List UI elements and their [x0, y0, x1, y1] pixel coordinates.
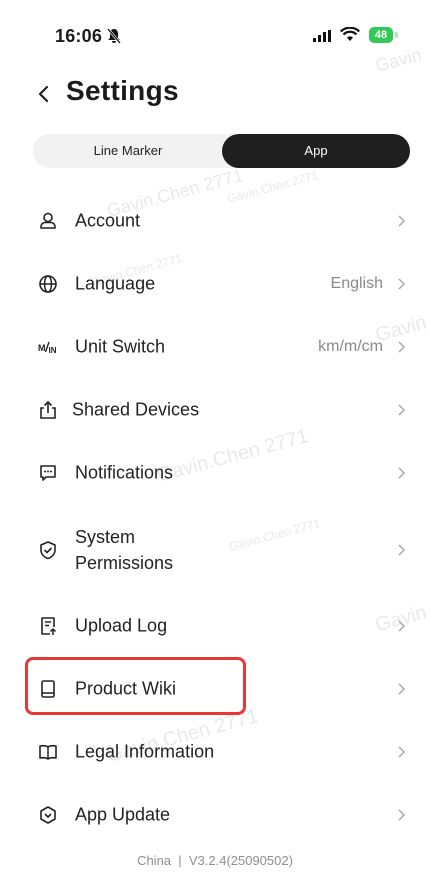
back-chevron-icon[interactable]: [30, 80, 58, 108]
menu-item-unit-switch[interactable]: M IN Unit Switch km/m/cm: [0, 317, 430, 377]
update-icon: [40, 806, 56, 824]
chevron-right-icon: [398, 683, 406, 695]
battery-indicator: 48: [369, 27, 393, 43]
menu-label: Shared Devices: [72, 399, 200, 420]
menu-item-app-update[interactable]: App Update: [0, 785, 430, 845]
share-icon: [40, 400, 56, 419]
shield-check-icon: [40, 541, 56, 560]
unit-icon: M IN: [38, 341, 57, 355]
tab-app[interactable]: App: [222, 134, 410, 168]
menu-item-system-permissions[interactable]: System Permissions: [0, 516, 430, 584]
signal-icon: [313, 30, 331, 42]
page-title: Settings: [66, 75, 179, 106]
status-time: 16:06: [55, 26, 103, 46]
chevron-right-icon: [398, 278, 406, 290]
menu-label: System Permissions: [75, 524, 205, 576]
chevron-right-icon: [398, 467, 406, 479]
status-bar: 16:06 48: [0, 0, 430, 70]
user-icon: [40, 212, 56, 229]
message-icon: [40, 465, 56, 481]
svg-text:IN: IN: [49, 346, 57, 355]
chevron-right-icon: [398, 215, 406, 227]
menu-label: Account: [75, 210, 141, 231]
chevron-right-icon: [398, 341, 406, 353]
menu-value: English: [330, 275, 383, 292]
svg-text:M: M: [38, 343, 46, 353]
menu-label-text: System Permissions: [75, 527, 174, 573]
menu-item-notifications[interactable]: Notifications: [0, 443, 430, 503]
menu-label: Unit Switch: [75, 336, 166, 357]
tab-line-marker[interactable]: Line Marker: [33, 134, 223, 168]
chevron-right-icon: [398, 620, 406, 632]
chevron-right-icon: [398, 746, 406, 758]
menu-item-shared-devices[interactable]: Shared Devices: [0, 380, 430, 440]
menu-item-upload-log[interactable]: Upload Log: [0, 596, 430, 656]
menu-label: Legal Information: [75, 741, 215, 762]
chevron-right-icon: [398, 404, 406, 416]
menu-item-legal-information[interactable]: Legal Information: [0, 722, 430, 782]
menu-label: Upload Log: [75, 615, 168, 636]
chevron-right-icon: [398, 809, 406, 821]
open-book-icon: [39, 744, 57, 760]
wifi-icon: [340, 27, 360, 41]
globe-icon: [39, 275, 57, 293]
upload-log-icon: [41, 617, 57, 635]
battery-tip: [395, 32, 398, 38]
menu-label: Language: [75, 273, 156, 294]
chevron-right-icon: [398, 544, 406, 556]
battery-level: 48: [374, 29, 388, 41]
menu-item-account[interactable]: Account: [0, 191, 430, 251]
version-footer: China | V3.2.4(25090502): [137, 853, 293, 868]
menu-label: App Update: [75, 804, 171, 825]
menu-label: Notifications: [75, 462, 174, 483]
menu-value: km/m/cm: [318, 338, 383, 355]
bell-off-icon: [107, 28, 121, 44]
segmented-control: Line Marker App: [33, 134, 410, 168]
menu-item-language[interactable]: Language English: [0, 254, 430, 314]
highlight-box: [25, 657, 246, 715]
